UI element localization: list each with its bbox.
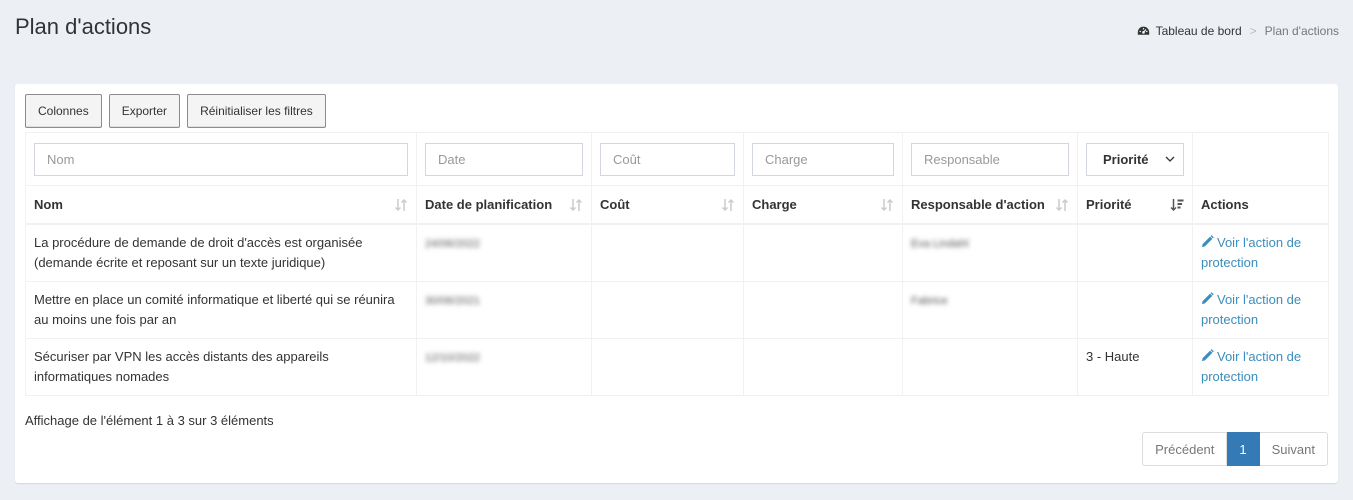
pagination: Précédent 1 Suivant [1142,432,1328,466]
sort-icon [394,198,408,212]
toolbar: Colonnes Exporter Réinitialiser les filt… [25,94,326,128]
view-action-link[interactable]: Voir l'action de protection [1201,292,1301,327]
column-header-responsable[interactable]: Responsable d'action [902,185,1078,225]
priority-filter-value: Priorité [1103,151,1149,167]
column-header-date[interactable]: Date de planification [416,185,592,225]
cell-actions: Voir l'action de protection [1192,337,1329,396]
cell-responsable: Fabrice [902,280,1078,339]
pencil-icon [1201,291,1214,304]
cell-cout [591,223,744,282]
cell-charge [743,337,903,396]
column-header-priorite[interactable]: Priorité [1077,185,1193,225]
cell-nom: Mettre en place un comité informatique e… [25,280,417,339]
columns-button[interactable]: Colonnes [25,94,102,128]
sort-amount-desc-icon [1170,199,1184,212]
breadcrumb-home-link[interactable]: Tableau de bord [1137,24,1242,38]
sort-icon [880,198,894,212]
header-row: Nom Date de planification Coût Charge Re… [25,185,1329,225]
cell-priorite [1077,223,1193,282]
cell-nom: La procédure de demande de droit d'accès… [25,223,417,282]
reset-filters-button[interactable]: Réinitialiser les filtres [187,94,326,128]
cell-actions: Voir l'action de protection [1192,223,1329,282]
table-info: Affichage de l'élément 1 à 3 sur 3 éléme… [25,413,274,428]
breadcrumb: Tableau de bord > Plan d'actions [1137,24,1339,38]
chevron-down-icon [1165,156,1175,162]
cell-date: 12/10/2022 [416,337,592,396]
cell-cout [591,280,744,339]
sort-icon [721,198,735,212]
filter-row: Nom Date Coût Charge Responsable Priorit… [25,132,1329,186]
cell-actions: Voir l'action de protection [1192,280,1329,339]
date-filter-input[interactable]: Date [425,142,583,176]
cell-charge [743,280,903,339]
column-header-cout[interactable]: Coût [591,185,744,225]
cell-cout [591,337,744,396]
cell-priorite: 3 - Haute [1077,337,1193,396]
cell-responsable [902,337,1078,396]
page-title: Plan d'actions [15,14,152,39]
table-row: La procédure de demande de droit d'accès… [25,223,1329,282]
sort-icon [569,198,583,212]
breadcrumb-current: Plan d'actions [1264,24,1339,38]
page-header: Plan d'actions [15,14,151,40]
export-button[interactable]: Exporter [108,94,181,128]
breadcrumb-separator: > [1249,24,1257,38]
cell-date: 30/06/2021 [416,280,592,339]
cell-date: 24/06/2022 [416,223,592,282]
column-header-actions: Actions [1192,185,1329,225]
cell-charge [743,223,903,282]
column-header-nom[interactable]: Nom [25,185,417,225]
priority-filter-select[interactable]: Priorité [1086,142,1184,176]
previous-page-button[interactable]: Précédent [1142,432,1228,466]
column-header-charge[interactable]: Charge [743,185,903,225]
pencil-icon [1201,234,1214,247]
dashboard-icon [1137,26,1149,35]
responsible-filter-input[interactable]: Responsable [911,142,1069,176]
cell-responsable: Eva Lindahl [902,223,1078,282]
charge-filter-input[interactable]: Charge [752,142,894,176]
view-action-link[interactable]: Voir l'action de protection [1201,349,1301,384]
pencil-icon [1201,348,1214,361]
cell-priorite [1077,280,1193,339]
actions-panel: Colonnes Exporter Réinitialiser les filt… [15,84,1338,483]
cost-filter-input[interactable]: Coût [600,142,735,176]
next-page-button[interactable]: Suivant [1259,432,1328,466]
sort-icon [1055,198,1069,212]
actions-table: Nom Date Coût Charge Responsable Priorit… [25,132,1329,396]
breadcrumb-home-label: Tableau de bord [1155,24,1242,38]
view-action-link[interactable]: Voir l'action de protection [1201,235,1301,270]
name-filter-input[interactable]: Nom [34,142,408,176]
table-row: Mettre en place un comité informatique e… [25,280,1329,339]
page-number-button[interactable]: 1 [1227,432,1260,466]
cell-nom: Sécuriser par VPN les accès distants des… [25,337,417,396]
table-row: Sécuriser par VPN les accès distants des… [25,337,1329,396]
